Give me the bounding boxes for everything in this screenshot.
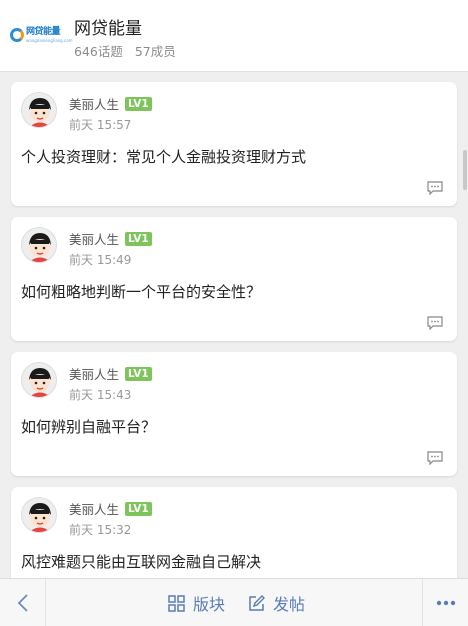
post-time: 前天 15:43 [69,388,132,402]
level-badge: LV1 [125,366,152,381]
logo-text: 网贷能量 [26,26,61,37]
post-card[interactable]: 美丽人生 LV1 前天 15:57 个人投资理财：常见个人金融投资理财方式 [11,82,457,206]
avatar[interactable] [21,227,57,263]
grid-icon [168,594,185,612]
avatar[interactable] [21,497,57,533]
group-stats: 646话题 57成员 [74,41,176,60]
post-title[interactable]: 如何粗略地判断一个平台的安全性？ [21,281,261,302]
post-label: 发帖 [273,595,306,614]
post-card[interactable]: 美丽人生 LV1 前天 15:32 风控难题只能由互联网金融自己解决 [11,487,457,578]
post-time: 前天 15:57 [69,118,132,132]
post-card[interactable]: 美丽人生 LV1 前天 15:49 如何粗略地判断一个平台的安全性？ [11,217,457,341]
more-button[interactable] [422,579,468,626]
level-badge: LV1 [125,231,152,246]
avatar[interactable] [21,92,57,128]
author-info: 美丽人生 LV1 [69,94,152,113]
avatar-face-icon [29,503,51,532]
level-badge: LV1 [125,96,152,111]
comment-icon[interactable] [427,181,443,195]
comment-icon[interactable] [427,451,443,465]
author-name[interactable]: 美丽人生 [69,229,119,248]
logo-mark-icon [10,28,24,42]
post-title[interactable]: 如何辨别自融平台？ [21,416,156,437]
author-name[interactable]: 美丽人生 [69,364,119,383]
author-info: 美丽人生 LV1 [69,499,152,518]
author-name[interactable]: 美丽人生 [69,94,119,113]
back-button[interactable] [0,579,46,626]
level-badge: LV1 [125,501,152,516]
avatar-face-icon [29,368,51,397]
avatar-face-icon [29,233,51,262]
comment-icon[interactable] [427,316,443,330]
bottom-toolbar: 版块 发帖 [0,578,468,626]
edit-icon [249,594,265,611]
new-post-button[interactable]: 发帖 [248,591,305,615]
scrollbar[interactable] [463,150,467,190]
topic-count: 646话题 [74,44,123,59]
group-header: 网贷能量 wangdainengliang.com 网贷能量 646话题 57成… [0,0,468,72]
post-feed[interactable]: 美丽人生 LV1 前天 15:57 个人投资理财：常见个人金融投资理财方式 美丽… [0,72,468,578]
author-info: 美丽人生 LV1 [69,229,152,248]
avatar-face-icon [29,98,51,127]
post-title[interactable]: 风控难题只能由互联网金融自己解决 [21,551,261,572]
group-logo[interactable]: 网贷能量 wangdainengliang.com [10,22,73,48]
board-label: 版块 [193,595,226,614]
post-time: 前天 15:32 [69,523,132,537]
post-time: 前天 15:49 [69,253,132,267]
author-name[interactable]: 美丽人生 [69,499,119,518]
board-button[interactable]: 版块 [168,591,225,615]
group-title: 网贷能量 [74,19,142,39]
post-title[interactable]: 个人投资理财：常见个人金融投资理财方式 [21,146,306,167]
member-count[interactable]: 57成员 [135,41,176,60]
avatar[interactable] [21,362,57,398]
more-dots-icon [436,600,455,605]
logo-subtext: wangdainengliang.com [26,37,73,43]
author-info: 美丽人生 LV1 [69,364,152,383]
post-card[interactable]: 美丽人生 LV1 前天 15:43 如何辨别自融平台？ [11,352,457,476]
chevron-left-icon [17,593,28,612]
